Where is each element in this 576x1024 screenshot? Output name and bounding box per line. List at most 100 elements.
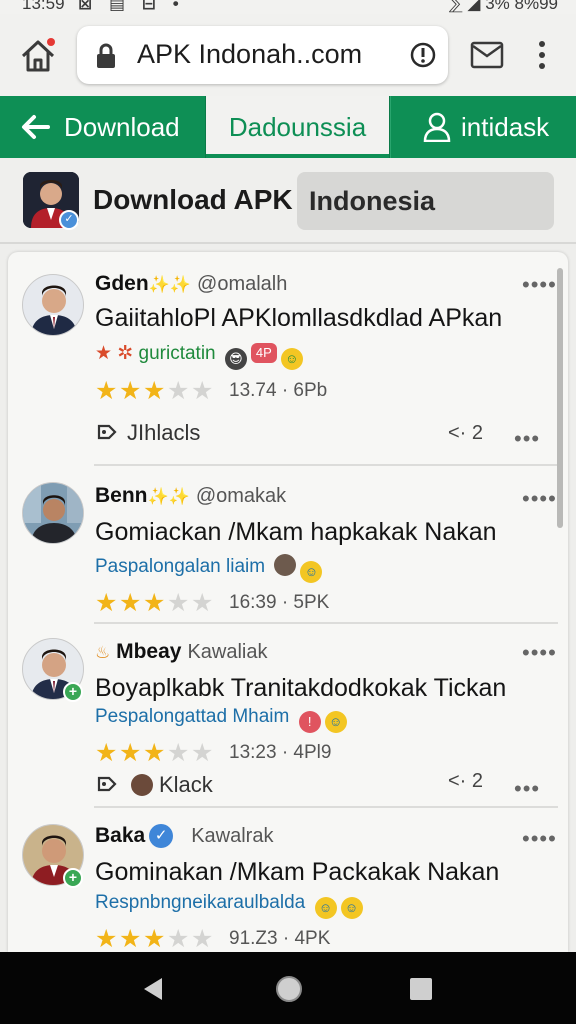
- divider: [94, 806, 558, 808]
- post-meta: 13.74 · 6Pb: [229, 380, 328, 401]
- star-empty-icon: ★: [191, 925, 214, 952]
- rating-row: ★★★★★ 13.74 · 6Pb: [95, 376, 328, 405]
- reaction-pill: 4P: [250, 343, 277, 363]
- author-name[interactable]: Mbeay: [116, 640, 181, 663]
- post-title: Gomiackan /Mkam hapkakak Nakan: [95, 518, 497, 546]
- post-meta: 16:39 · 5PK: [229, 592, 330, 613]
- smile-emoji-icon: ☺: [324, 711, 347, 733]
- post-menu-icon[interactable]: ••••: [522, 828, 557, 850]
- post-title: Boyaplkabk Tranitakdodkokak Tickan: [95, 674, 507, 702]
- post-action[interactable]: Klack: [95, 772, 213, 798]
- star-empty-icon: ★: [167, 739, 190, 767]
- scrollbar[interactable]: [557, 268, 563, 528]
- author-name[interactable]: Gden: [95, 272, 149, 295]
- nav-back-icon[interactable]: [142, 976, 164, 1002]
- back-arrow-icon[interactable]: [20, 114, 50, 140]
- tab-download[interactable]: Download: [0, 96, 205, 158]
- star-icon: ★: [119, 377, 142, 405]
- star-icon: ★: [143, 925, 166, 952]
- post-author-line: Gden✨✨ @omalalh: [95, 272, 287, 296]
- smile-emoji-icon: ☺: [280, 348, 303, 370]
- share-button[interactable]: <· 2: [448, 422, 483, 445]
- nav-home-icon[interactable]: [276, 976, 302, 1002]
- more-options-icon[interactable]: [532, 38, 552, 72]
- post-author-line: Baka ✓ Kawalrak: [95, 824, 273, 848]
- system-nav-bar: [0, 952, 576, 1024]
- author-handle[interactable]: @omalalh: [197, 273, 287, 295]
- post-subtitle-prefix: ★ ✲: [95, 343, 134, 364]
- author-name[interactable]: Benn: [95, 484, 148, 507]
- status-bar: 13:59 ⊠ ▤ ⊟ • ⅀ ◢ 3% 8%99: [0, 0, 576, 14]
- divider: [94, 464, 558, 466]
- online-badge-icon: +: [63, 868, 83, 888]
- author-name[interactable]: Baka: [95, 824, 145, 847]
- star-icon: ★: [95, 925, 118, 952]
- share-count: 2: [471, 770, 484, 792]
- country-selector[interactable]: Indonesia: [297, 172, 554, 230]
- post-more-icon[interactable]: •••: [514, 428, 540, 450]
- person-emoji-icon: [274, 554, 297, 576]
- author-handle[interactable]: Kawaliak: [187, 641, 267, 663]
- url-text: APK Indonah..com: [137, 39, 363, 69]
- flame-icon: ♨: [95, 643, 111, 662]
- sparkle-icon: ✨✨: [148, 275, 192, 294]
- post-author-line: Benn✨✨ @omakak: [95, 484, 286, 508]
- divider: [94, 622, 558, 624]
- star-empty-icon: ★: [167, 377, 190, 405]
- tab-user[interactable]: intidask: [390, 96, 576, 158]
- post-title: GaiitahloPl APKlomllasdkdlad APkan: [95, 304, 503, 332]
- download-icon: [97, 776, 117, 792]
- post-meta: 91.Z3 · 4PK: [229, 928, 331, 949]
- star-icon: ★: [95, 589, 118, 617]
- tab-download-label: Download: [64, 111, 180, 142]
- post-action[interactable]: JIhlacls: [95, 420, 200, 446]
- post-subtitle: Pespalongattad Mhaim ! ☺: [95, 706, 347, 733]
- share-icon: <·: [448, 422, 467, 444]
- smile-emoji-icon: ☺: [340, 897, 363, 919]
- tab-user-label: intidask: [461, 111, 550, 142]
- star-empty-icon: ★: [191, 377, 214, 405]
- download-icon: [97, 424, 117, 440]
- post-subtitle-text: Paspalongalan liaim: [95, 556, 266, 577]
- tab-active[interactable]: Dadounssia: [205, 96, 390, 158]
- post-subtitle-text: gurictatin: [138, 343, 216, 364]
- post-subtitle: Respnbngneikaraulbalda ☺ ☺: [95, 892, 363, 919]
- star-empty-icon: ★: [191, 739, 214, 767]
- online-badge-icon: +: [63, 682, 83, 702]
- nav-recents-icon[interactable]: [410, 978, 432, 1000]
- reaction-icon: !: [298, 711, 321, 733]
- post-menu-icon[interactable]: ••••: [522, 642, 557, 664]
- tab-bar: Download Dadounssia intidask: [0, 96, 576, 158]
- rating-row: ★★★★★ 13:23 · 4Pl9: [95, 738, 331, 767]
- star-empty-icon: ★: [167, 589, 190, 617]
- avatar[interactable]: [22, 274, 84, 336]
- post-more-icon[interactable]: •••: [514, 778, 540, 800]
- star-icon: ★: [119, 589, 142, 617]
- address-bar[interactable]: APK Indonah..com: [77, 26, 448, 84]
- share-icon: <·: [448, 770, 467, 792]
- post-menu-icon[interactable]: ••••: [522, 274, 557, 296]
- post-subtitle: Paspalongalan liaim ☺: [95, 554, 323, 583]
- star-icon: ★: [95, 377, 118, 405]
- mail-icon[interactable]: [470, 40, 504, 70]
- info-icon[interactable]: [410, 42, 436, 68]
- post-title: Gominakan /Mkam Packakak Nakan: [95, 858, 500, 886]
- post-subtitle-text: Respnbngneikaraulbalda: [95, 892, 306, 913]
- author-handle[interactable]: Kawalrak: [191, 825, 273, 847]
- status-time: 13:59: [22, 0, 65, 13]
- share-count: 2: [471, 422, 484, 444]
- post-action-label: Klack: [159, 772, 213, 797]
- share-button[interactable]: <· 2: [448, 770, 483, 793]
- star-icon: ★: [95, 739, 118, 767]
- smile-emoji-icon: ☺: [314, 897, 337, 919]
- avatar[interactable]: [22, 482, 84, 544]
- status-notification-icons: ⊠ ▤ ⊟ •: [78, 0, 185, 13]
- post-subtitle: ★ ✲ gurictatin 😎 4P ☺: [95, 342, 303, 370]
- star-empty-icon: ★: [167, 925, 190, 952]
- sparkle-icon: ✨✨: [147, 487, 190, 506]
- author-handle[interactable]: @omakak: [196, 485, 286, 507]
- browser-toolbar: APK Indonah..com: [0, 14, 576, 96]
- rating-row: ★★★★★ 16:39 · 5PK: [95, 588, 330, 617]
- status-battery: ⅀ ◢ 3% 8%99: [448, 0, 558, 13]
- post-menu-icon[interactable]: ••••: [522, 488, 557, 510]
